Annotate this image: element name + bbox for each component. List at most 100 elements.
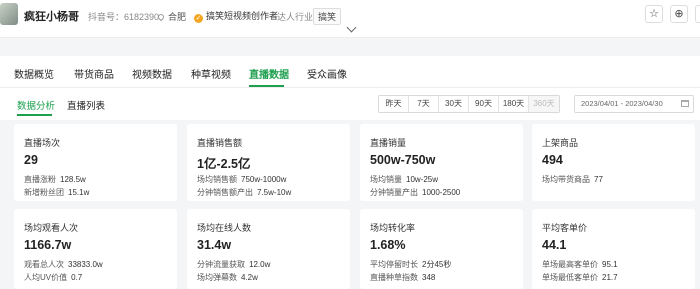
metric-row-label: 人均UV价值	[24, 273, 68, 282]
range-yesterday[interactable]: 昨天	[379, 96, 409, 112]
metric-card: 直播销量 500w-750w 场均销量 10w-25w 分钟销量产出 1000-25…	[360, 124, 523, 201]
creator-badge-text: 搞笑短视频创作者	[206, 11, 279, 21]
location-pin-icon	[156, 12, 166, 22]
sub-nav: 数据分析 直播列表 昨天 7天 30天 90天 180天 360天 2023/0…	[0, 88, 700, 120]
metric-row-value: 750w-1000w	[241, 175, 287, 184]
main-tabs: 数据概览 带货商品 视频数据 种草视频 直播数据 受众画像	[0, 56, 700, 88]
metric-row-value: 4.2w	[241, 273, 258, 282]
metric-row: 分钟流量获取 12.0w	[197, 259, 270, 270]
industry-tag: 搞笑	[313, 8, 342, 25]
metric-row-value: 77	[594, 175, 603, 184]
metric-card: 直播场次 29 直播涨粉 128.5w 新增粉丝团 15.1w	[14, 124, 177, 201]
metric-value: 494	[542, 153, 563, 167]
location-text: 合肥	[168, 12, 187, 22]
metric-row: 人均UV价值 0.7	[24, 272, 82, 283]
metric-row-label: 新增粉丝团	[24, 188, 64, 197]
metric-title: 场均观看人次	[24, 223, 79, 233]
range-30d[interactable]: 30天	[439, 96, 469, 112]
date-range-picker[interactable]: 2023/04/01 - 2023/04/30	[574, 95, 694, 113]
metric-row-label: 单场最低客单价	[542, 273, 598, 282]
metric-title: 场均转化率	[370, 223, 416, 233]
subtab-live-list[interactable]: 直播列表	[67, 98, 105, 112]
metric-card: 直播销售额 1亿-2.5亿 场均销售额 750w-1000w 分钟销售额产出 7.5…	[187, 124, 350, 201]
metric-card: 场均转化率 1.68% 平均停留时长 2分45秒 直播种草指数 348	[360, 209, 523, 289]
avatar[interactable]	[0, 3, 18, 25]
metric-row-label: 场均销量	[370, 175, 402, 184]
creator-name: 疯狂小杨哥	[24, 11, 79, 23]
metric-row-label: 分钟销量产出	[370, 188, 418, 197]
creator-badge: ✓ 搞笑短视频创作者	[194, 9, 278, 23]
metric-card: 上架商品 494 场均带货商品 77	[532, 124, 695, 201]
metric-row: 场均弹幕数 4.2w	[197, 272, 258, 283]
metric-row-value: 95.1	[602, 260, 618, 269]
metric-row-value: 10w-25w	[406, 175, 439, 184]
tab-audience[interactable]: 受众画像	[307, 66, 347, 81]
metric-row: 场均销量 10w-25w	[370, 174, 438, 185]
active-tab-indicator	[249, 85, 284, 87]
metric-row: 直播涨粉 128.5w	[24, 174, 86, 185]
metric-title: 场均在线人数	[197, 223, 252, 233]
metric-row: 场均带货商品 77	[542, 174, 603, 185]
metric-row-label: 分钟流量获取	[197, 260, 245, 269]
metric-title: 直播销量	[370, 138, 407, 148]
refresh-icon[interactable]: ↻	[695, 5, 700, 23]
range-7d[interactable]: 7天	[409, 96, 439, 112]
metric-value: 31.4w	[197, 238, 232, 252]
calendar-icon	[681, 100, 689, 107]
metric-title: 上架商品	[542, 138, 579, 148]
metric-value: 1.68%	[370, 238, 406, 252]
metric-row-value: 15.1w	[68, 188, 90, 197]
metric-title: 平均客单价	[542, 223, 588, 233]
metric-row: 分钟销售额产出 7.5w-10w	[197, 187, 291, 198]
metric-row-value: 21.7	[602, 273, 618, 282]
active-subtab-indicator	[17, 114, 52, 116]
verified-badge-icon: ✓	[194, 14, 203, 23]
metric-row-value: 348	[422, 273, 436, 282]
metric-row: 观看总人次 33833.0w	[24, 259, 103, 270]
metric-value: 29	[24, 153, 38, 167]
metric-card: 平均客单价 44.1 单场最高客单价 95.1 单场最低客单价 21.7	[532, 209, 695, 289]
time-range-selector: 昨天 7天 30天 90天 180天 360天	[378, 95, 560, 113]
profile-header: 疯狂小杨哥 抖音号：6182390 合肥 ✓ 搞笑短视频创作者 达人行业 搞笑 ☆…	[0, 0, 700, 38]
industry-label: 达人行业	[277, 12, 314, 22]
range-90d[interactable]: 90天	[469, 96, 499, 112]
subtab-analysis[interactable]: 数据分析	[17, 98, 55, 112]
tab-overview[interactable]: 数据概览	[14, 66, 54, 81]
metric-row-value: 128.5w	[60, 175, 86, 184]
add-circle-icon[interactable]: ⊕	[670, 5, 688, 23]
metric-row: 新增粉丝团 15.1w	[24, 187, 89, 198]
range-180d[interactable]: 180天	[499, 96, 529, 112]
metric-row-label: 分钟销售额产出	[197, 188, 253, 197]
metric-value: 44.1	[542, 238, 567, 252]
account-id: 抖音号：6182390	[88, 12, 160, 22]
metric-row-label: 单场最高客单价	[542, 260, 598, 269]
metric-row-value: 2分45秒	[422, 260, 452, 269]
metric-row: 场均销售额 750w-1000w	[197, 174, 286, 185]
range-360d[interactable]: 360天	[529, 96, 559, 112]
tab-products[interactable]: 带货商品	[74, 66, 114, 81]
metric-row-value: 1000-2500	[422, 188, 461, 197]
metric-title: 直播销售额	[197, 138, 243, 148]
metric-row-label: 直播涨粉	[24, 175, 56, 184]
tab-live-data[interactable]: 直播数据	[249, 66, 289, 81]
metric-row: 单场最高客单价 95.1	[542, 259, 618, 270]
metric-row-label: 直播种草指数	[370, 273, 418, 282]
metric-value: 500w-750w	[370, 153, 436, 167]
metric-card: 场均观看人次 1166.7w 观看总人次 33833.0w 人均UV价值 0.7	[14, 209, 177, 289]
tab-seeding-videos[interactable]: 种草视频	[191, 66, 231, 81]
star-icon[interactable]: ☆	[645, 5, 663, 23]
location: 合肥	[156, 10, 187, 23]
metric-value: 1166.7w	[24, 238, 72, 252]
tab-videos[interactable]: 视频数据	[132, 66, 172, 81]
metric-row-label: 观看总人次	[24, 260, 64, 269]
metric-row-label: 场均销售额	[197, 175, 237, 184]
metric-row-value: 12.0w	[249, 260, 271, 269]
chevron-down-icon[interactable]	[346, 22, 357, 33]
metric-row: 分钟销量产出 1000-2500	[370, 187, 460, 198]
metric-row-label: 平均停留时长	[370, 260, 418, 269]
metric-row-value: 0.7	[71, 273, 83, 282]
metric-row-label: 场均带货商品	[542, 175, 590, 184]
date-range-text: 2023/04/01 - 2023/04/30	[581, 99, 663, 108]
metric-row: 直播种草指数 348	[370, 272, 435, 283]
metric-row-value: 33833.0w	[68, 260, 103, 269]
